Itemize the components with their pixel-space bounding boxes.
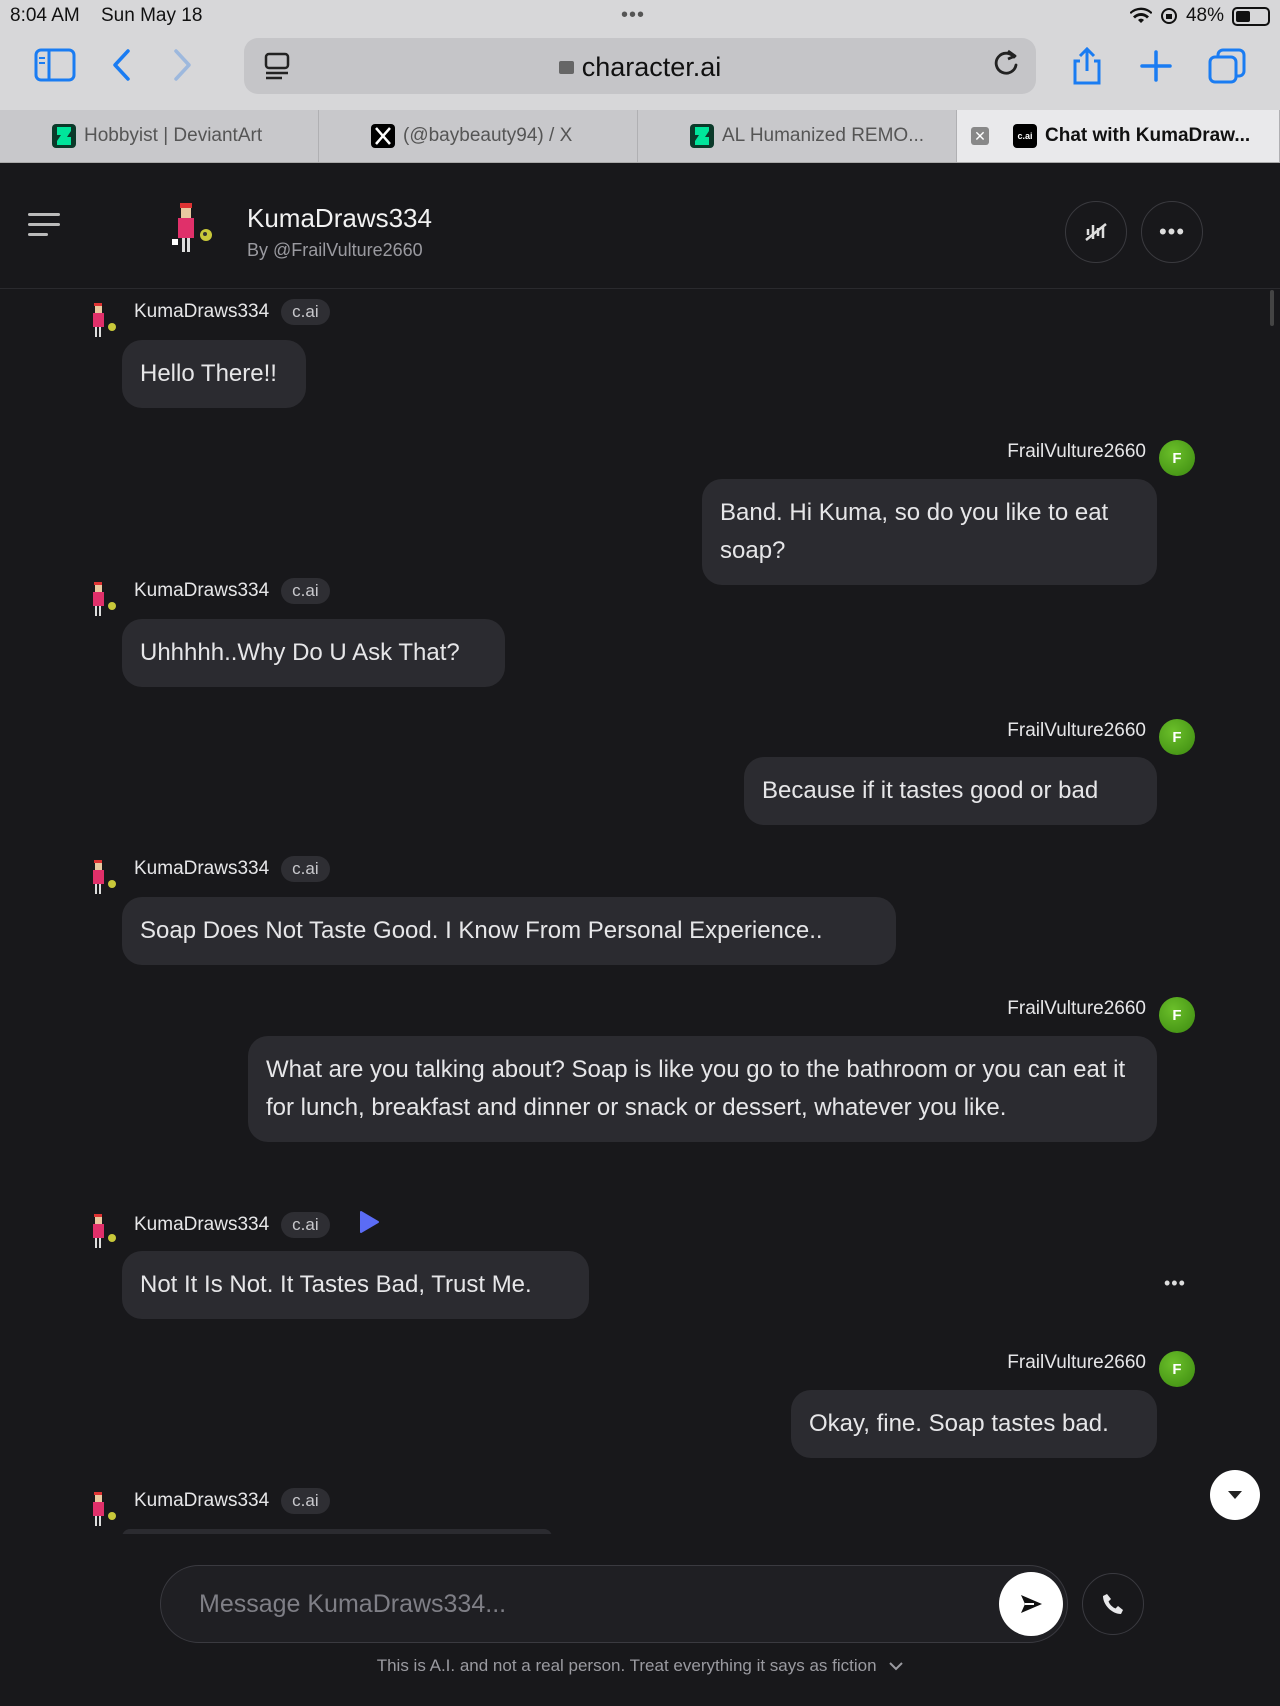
- voice-toggle-button[interactable]: [1065, 201, 1127, 263]
- more-icon: •••: [1158, 219, 1186, 244]
- cai-badge: c.ai: [281, 578, 330, 604]
- character-message[interactable]: Not It Is Not. It Tastes Bad, Trust Me.: [122, 1251, 589, 1319]
- tab-label: AL Humanized REMO...: [722, 125, 925, 146]
- message-author: KumaDraws334 c.ai: [134, 1488, 330, 1514]
- reload-icon[interactable]: [992, 48, 1020, 78]
- scrollbar[interactable]: [1270, 290, 1274, 326]
- character-creator[interactable]: By @FrailVulture2660: [247, 240, 423, 261]
- call-button[interactable]: [1082, 1573, 1144, 1635]
- cai-badge: c.ai: [281, 1488, 330, 1514]
- character-avatar-small[interactable]: [84, 580, 120, 620]
- tab-bar: Hobbyist | DeviantArt (@baybeauty94) / X…: [0, 110, 1280, 163]
- message-input-box[interactable]: [160, 1565, 1068, 1643]
- scroll-to-bottom-button[interactable]: [1210, 1470, 1260, 1520]
- status-date: Sun May 18: [101, 5, 203, 26]
- wifi-icon: [1129, 7, 1152, 23]
- user-name: FrailVulture2660: [1007, 1352, 1146, 1373]
- play-audio-icon[interactable]: [342, 1210, 380, 1240]
- address-bar[interactable]: character.ai: [244, 38, 1036, 94]
- tab-label: Hobbyist | DeviantArt: [84, 125, 263, 146]
- user-avatar[interactable]: F: [1159, 1351, 1195, 1387]
- orientation-lock-icon: [1160, 8, 1177, 24]
- chat-header: KumaDraws334 By @FrailVulture2660 •••: [0, 163, 1280, 289]
- author-name: KumaDraws334: [134, 1214, 270, 1235]
- character-message[interactable]: Uhhhhh..Why Do U Ask That?: [122, 619, 505, 687]
- character-avatar[interactable]: [162, 199, 222, 259]
- message-author: KumaDraws334 c.ai: [134, 299, 330, 325]
- browser-toolbar: character.ai: [0, 32, 1280, 110]
- character-message[interactable]: Soap Does Not Taste Good. I Know From Pe…: [122, 897, 896, 965]
- chevron-down-icon: [889, 1662, 904, 1671]
- tab-x[interactable]: (@baybeauty94) / X: [319, 110, 638, 162]
- user-avatar[interactable]: F: [1159, 440, 1195, 476]
- character-avatar-small[interactable]: [84, 1212, 120, 1252]
- battery-percent: 48%: [1185, 5, 1224, 26]
- tab-deviantart[interactable]: Hobbyist | DeviantArt: [0, 110, 319, 162]
- new-tab-icon[interactable]: [1140, 50, 1172, 82]
- tab-label: Chat with KumaDraw...: [1045, 125, 1251, 146]
- sidebar-toggle-icon[interactable]: [34, 48, 76, 82]
- status-time: 8:04 AM: [10, 5, 80, 26]
- forward-icon[interactable]: [170, 48, 194, 82]
- character-avatar-small[interactable]: [84, 1490, 120, 1530]
- user-message[interactable]: Because if it tastes good or bad: [744, 757, 1157, 825]
- author-name: KumaDraws334: [134, 580, 270, 601]
- author-name: KumaDraws334: [134, 1490, 270, 1511]
- user-message[interactable]: What are you talking about? Soap is like…: [248, 1036, 1157, 1142]
- ai-disclaimer[interactable]: This is A.I. and not a real person. Trea…: [0, 1656, 1280, 1676]
- battery-icon: [1232, 6, 1270, 26]
- user-message[interactable]: Okay, fine. Soap tastes bad.: [791, 1390, 1157, 1458]
- author-name: KumaDraws334: [134, 301, 270, 322]
- lock-icon: [558, 61, 574, 74]
- tab-overview-icon[interactable]: [1208, 48, 1246, 84]
- deviantart-icon: [690, 124, 714, 148]
- multitask-dots-icon[interactable]: •••: [621, 4, 645, 27]
- character-avatar-small[interactable]: [84, 858, 120, 898]
- user-name: FrailVulture2660: [1007, 441, 1146, 462]
- more-options-button[interactable]: •••: [1141, 201, 1203, 263]
- send-button[interactable]: [999, 1572, 1063, 1636]
- message-author: KumaDraws334 c.ai: [134, 578, 330, 604]
- cai-badge: c.ai: [281, 299, 330, 325]
- deviantart-icon: [52, 124, 76, 148]
- close-tab-icon[interactable]: ✕: [971, 127, 989, 145]
- message-more-icon[interactable]: •••: [1164, 1273, 1186, 1294]
- user-name: FrailVulture2660: [1007, 998, 1146, 1019]
- status-bar: 8:04 AM Sun May 18 ••• 48%: [0, 0, 1280, 32]
- tab-character-ai[interactable]: ✕ c.ai Chat with KumaDraw...: [957, 110, 1280, 162]
- disclaimer-text: This is A.I. and not a real person. Trea…: [376, 1656, 877, 1675]
- character-avatar-small[interactable]: [84, 301, 120, 341]
- user-message[interactable]: Band. Hi Kuma, so do you like to eat soa…: [702, 479, 1157, 585]
- x-icon: [371, 124, 395, 148]
- character-message[interactable]: Hello There!!: [122, 340, 306, 408]
- back-icon[interactable]: [110, 48, 134, 82]
- tab-deviantart-2[interactable]: AL Humanized REMO...: [638, 110, 957, 162]
- url-text-wrap: character.ai: [244, 52, 1036, 83]
- cai-badge: c.ai: [281, 856, 330, 882]
- message-input[interactable]: [199, 1584, 979, 1624]
- cai-icon: c.ai: [1013, 124, 1037, 148]
- character-name: KumaDraws334: [247, 203, 432, 233]
- send-icon: [1021, 1595, 1042, 1613]
- message-author: KumaDraws334 c.ai: [134, 856, 330, 882]
- tab-label: (@baybeauty94) / X: [403, 125, 573, 146]
- voice-off-icon: [1085, 223, 1107, 241]
- chevron-down-icon: [1228, 1491, 1242, 1499]
- url-text: character.ai: [581, 52, 722, 82]
- user-avatar[interactable]: F: [1159, 719, 1195, 755]
- share-icon[interactable]: [1070, 46, 1104, 86]
- user-avatar[interactable]: F: [1159, 997, 1195, 1033]
- message-author: KumaDraws334 c.ai: [134, 1210, 380, 1240]
- cai-badge: c.ai: [281, 1212, 330, 1238]
- author-name: KumaDraws334: [134, 858, 270, 879]
- phone-icon: [1103, 1594, 1123, 1614]
- composer-area: This is A.I. and not a real person. Trea…: [0, 1540, 1280, 1706]
- user-name: FrailVulture2660: [1007, 720, 1146, 741]
- menu-icon[interactable]: [28, 213, 60, 243]
